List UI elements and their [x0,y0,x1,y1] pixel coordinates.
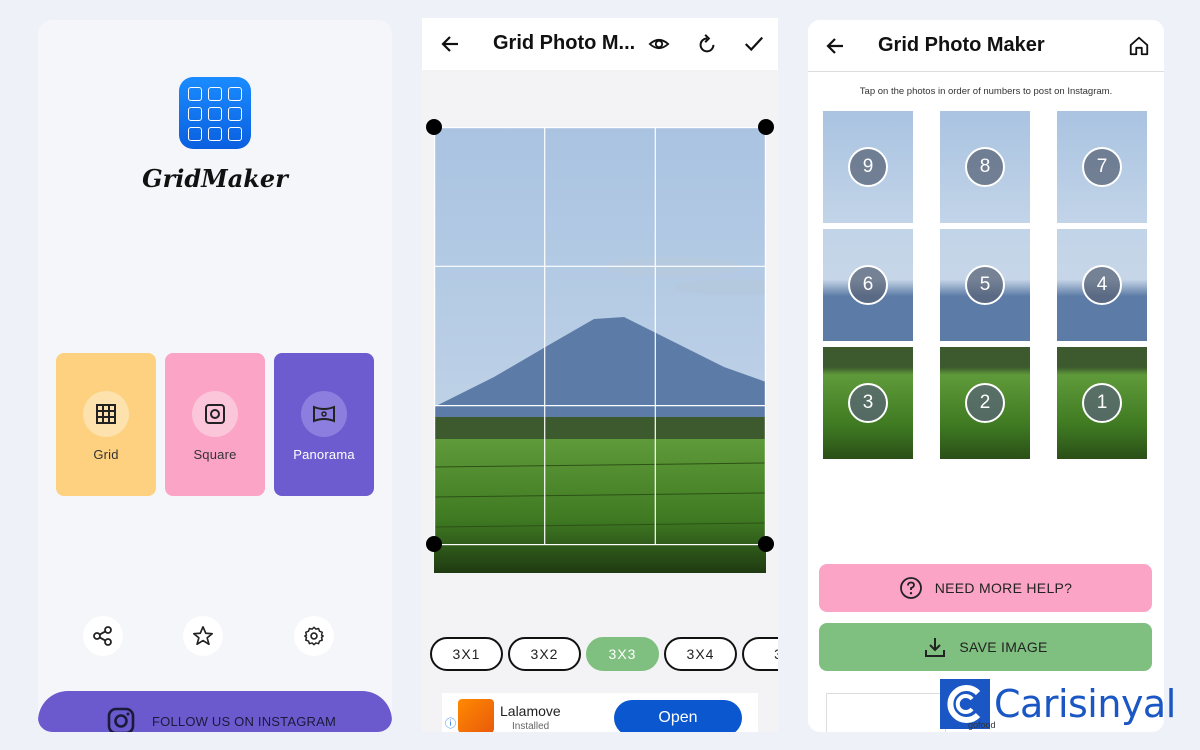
follow-instagram-button[interactable]: FOLLOW US ON INSTAGRAM [38,691,392,732]
photo-tile[interactable]: 4 [1057,229,1147,341]
watermark-text: Carisinyal [994,682,1176,726]
grid-mode-button[interactable]: Grid [56,353,156,496]
photo-tile[interactable]: 9 [823,111,913,223]
tile-order-number: 4 [1082,265,1122,305]
back-button[interactable] [436,30,464,58]
instruction-text: Tap on the photos in order of numbers to… [859,86,1113,97]
editor-title: Grid Photo M... [493,32,636,54]
question-icon [899,577,922,599]
tile-order-number: 6 [848,265,888,305]
share-button[interactable] [83,616,123,656]
square-mode-label: Square [193,447,237,462]
editor-toolbar: Grid Photo M... [422,18,778,70]
settings-button[interactable] [294,616,334,656]
brand-name: GridMaker [142,164,288,193]
eye-icon [648,38,670,50]
result-toolbar: Grid Photo Maker [808,20,1164,72]
photo-crop-area[interactable] [434,127,766,573]
photo-tile[interactable]: 2 [940,347,1030,459]
ratio-3x2-button[interactable]: 3X2 [508,637,581,671]
tile-order-number: 1 [1082,383,1122,423]
ratio-3x3-button[interactable]: 3X3 [586,637,659,671]
ad-info-icon[interactable]: ⓘ [445,715,456,731]
crop-handle-top-left[interactable] [426,119,442,135]
panorama-mode-label: Panorama [293,447,355,462]
tile-order-number: 8 [965,147,1005,187]
editor-screen: Grid Photo M... 3X1 3X2 3X3 3X4 ⓘ Lalamo… [422,18,778,732]
save-label: SAVE IMAGE [959,639,1048,655]
ratio-3x4-button[interactable]: 3X4 [664,637,737,671]
panorama-mode-button[interactable]: Panorama [274,353,374,496]
ad-banner: ⓘ Lalamove Installed Open [442,693,758,732]
ad-banner-result[interactable] [826,693,946,732]
grid-icon [83,391,129,437]
ratio-3x1-button[interactable]: 3X1 [430,637,503,671]
download-icon [925,638,946,657]
save-image-button[interactable]: SAVE IMAGE [819,623,1152,671]
crop-handle-bottom-left[interactable] [426,536,442,552]
settings-icon [304,626,324,646]
home-screen: GridMaker Grid Square Panorama FOLLOW US… [38,20,392,732]
instagram-icon [107,707,135,732]
ad-open-button[interactable]: Open [614,700,742,732]
home-button[interactable] [1125,32,1153,60]
crop-handle-top-right[interactable] [758,119,774,135]
tile-order-number: 7 [1082,147,1122,187]
tile-order-number: 3 [848,383,888,423]
confirm-button[interactable] [740,30,768,58]
photo-tile[interactable]: 1 [1057,347,1147,459]
photo-tile[interactable]: 5 [940,229,1030,341]
photo-tile[interactable]: 7 [1057,111,1147,223]
square-mode-button[interactable]: Square [165,353,265,496]
back-arrow-icon [826,38,843,54]
preview-button[interactable] [645,30,673,58]
tile-order-number: 9 [848,147,888,187]
gofood-ad-text: gofood [968,720,996,730]
grid-mode-label: Grid [93,447,119,462]
check-icon [744,36,764,52]
ad-app-name: Lalamove [500,703,561,719]
lalamove-logo [458,699,494,732]
photo-tile[interactable]: 6 [823,229,913,341]
rotate-icon [699,34,715,53]
result-title: Grid Photo Maker [878,34,1045,56]
tile-order-number: 5 [965,265,1005,305]
back-button-result[interactable] [821,32,849,60]
result-screen: Grid Photo Maker Tap on the photos in or… [808,20,1164,732]
square-camera-icon [192,391,238,437]
share-icon [93,626,112,646]
grid-ratio-selector: 3X1 3X2 3X3 3X4 3 [430,637,778,671]
ratio-partial-button[interactable]: 3 [742,637,778,671]
back-arrow-icon [441,36,458,52]
app-logo-icon [179,77,251,149]
follow-label: FOLLOW US ON INSTAGRAM [152,713,337,729]
tile-order-number: 2 [965,383,1005,423]
star-icon [193,626,213,646]
crop-handle-bottom-right[interactable] [758,536,774,552]
photo-tile[interactable]: 8 [940,111,1030,223]
photo-tile[interactable]: 3 [823,347,913,459]
ad-install-status: Installed [512,721,550,732]
help-label: NEED MORE HELP? [934,580,1073,596]
panorama-icon [301,391,347,437]
rotate-button[interactable] [693,30,721,58]
need-help-button[interactable]: NEED MORE HELP? [819,564,1152,612]
home-icon [1129,36,1149,56]
rate-button[interactable] [183,616,223,656]
